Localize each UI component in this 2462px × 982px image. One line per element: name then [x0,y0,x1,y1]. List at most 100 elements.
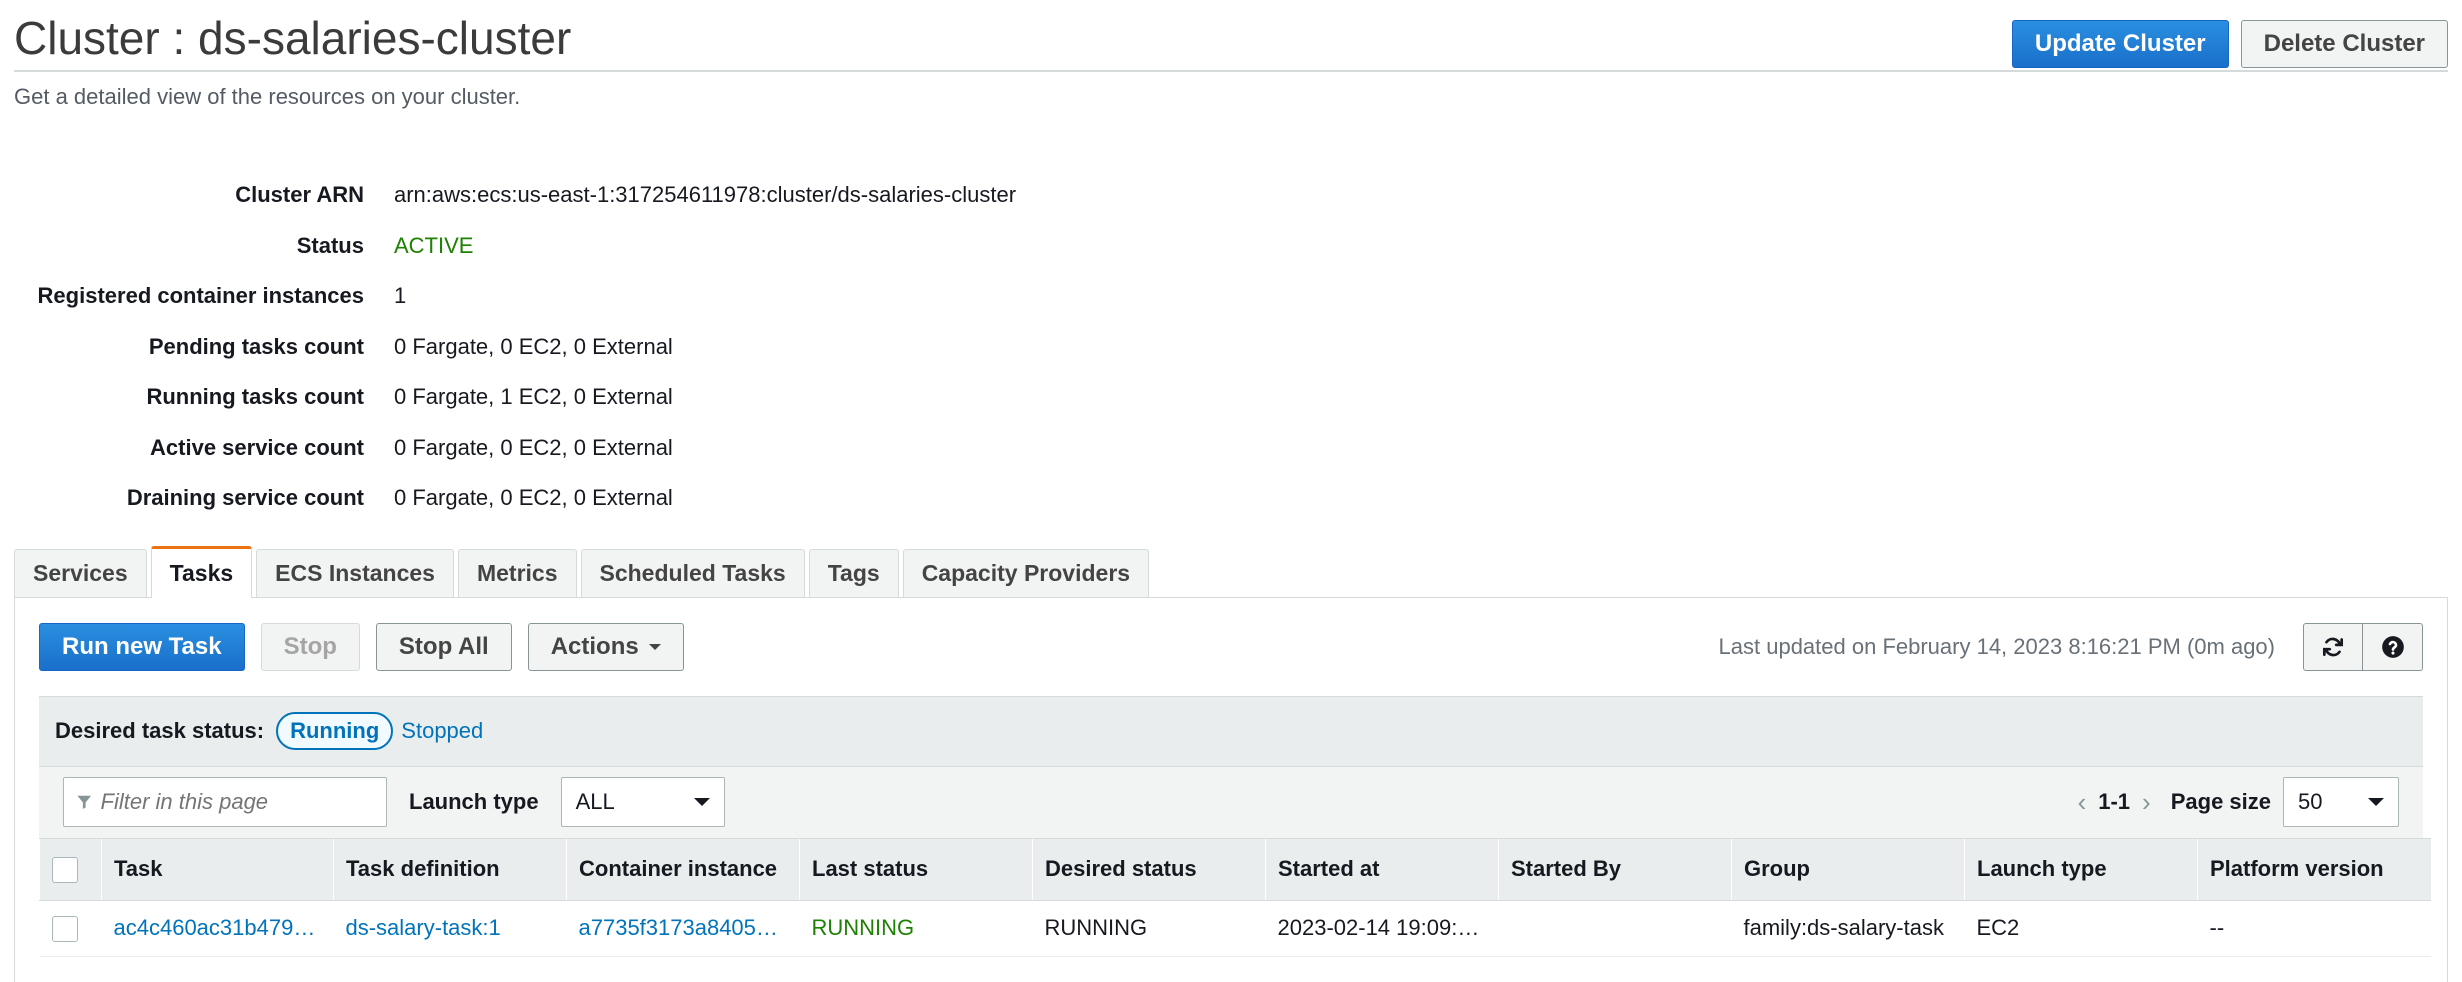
update-cluster-button[interactable]: Update Cluster [2011,20,2229,68]
header-actions: Update Cluster Delete Cluster [2011,20,2448,68]
started-by-cell [1498,900,1732,957]
detail-label: Pending tasks count [148,333,364,359]
help-button[interactable] [2363,622,2423,671]
caret-down-icon [2368,798,2384,806]
chevron-right-icon[interactable]: › [2142,787,2151,818]
select-all-header [39,837,102,901]
task-definition-link[interactable]: ds-salary-task:1 [346,915,501,940]
page-size-select[interactable]: 50 [2283,777,2399,827]
caret-down-icon [693,798,710,806]
tab-tasks[interactable]: Tasks [150,545,253,598]
task-cell: ac4c460ac31b479… [101,900,334,957]
tab-metrics[interactable]: Metrics [457,548,577,597]
detail-row-status: Status ACTIVE [14,221,2448,272]
tasks-toolbar: Run new Task Stop Stop All Actions Last … [39,598,2423,696]
cluster-arn-value: arn:aws:ecs:us-east-1:317254611978:clust… [394,182,1017,208]
status-value: ACTIVE [394,232,474,258]
launch-type-value: ALL [575,789,615,814]
task-link[interactable]: ac4c460ac31b479… [114,915,316,940]
detail-row-active-services: Active service count 0 Fargate, 0 EC2, 0… [14,423,2448,474]
refresh-button[interactable] [2303,622,2363,671]
column-header-task-definition[interactable]: Task definition [333,837,567,901]
column-header-task[interactable]: Task [101,837,334,901]
filter-input-wrapper [63,777,387,827]
detail-row-registered-instances: Registered container instances 1 [14,271,2448,322]
page-title: Cluster : ds-salaries-cluster [14,12,572,64]
task-definition-cell: ds-salary-task:1 [333,900,567,957]
detail-row-running-tasks: Running tasks count 0 Fargate, 1 EC2, 0 … [14,372,2448,423]
table-row: ac4c460ac31b479… ds-salary-task:1 a7735f… [39,900,2431,957]
toolbar-icon-group [2303,622,2423,671]
cluster-details: Cluster ARN arn:aws:ecs:us-east-1:317254… [14,170,2448,524]
run-new-task-button[interactable]: Run new Task [39,622,245,671]
pending-tasks-value: 0 Fargate, 0 EC2, 0 External [394,333,673,359]
delete-cluster-button[interactable]: Delete Cluster [2240,20,2448,68]
cluster-page: Cluster : ds-salaries-cluster Update Clu… [0,0,2462,982]
detail-row-pending-tasks: Pending tasks count 0 Fargate, 0 EC2, 0 … [14,322,2448,373]
pagination: ‹ 1-1 › Page size 50 [2078,777,2399,827]
container-instance-link[interactable]: a7735f3173a8405… [579,915,778,940]
running-tasks-value: 0 Fargate, 1 EC2, 0 External [394,384,673,410]
cluster-tabs: Services Tasks ECS Instances Metrics Sch… [14,545,2448,598]
row-checkbox[interactable] [51,915,78,942]
tab-scheduled-tasks[interactable]: Scheduled Tasks [580,548,805,597]
filter-input[interactable] [100,789,374,815]
last-status-cell: RUNNING [799,900,1033,957]
stop-button[interactable]: Stop [260,622,360,671]
detail-row-draining-services: Draining service count 0 Fargate, 0 EC2,… [14,473,2448,524]
page-size-value: 50 [2298,789,2323,814]
column-header-desired-status[interactable]: Desired status [1032,837,1266,901]
page-size-label: Page size [2170,789,2271,814]
stop-all-button[interactable]: Stop All [375,622,512,671]
column-header-started-at[interactable]: Started at [1265,837,1499,901]
detail-label: Running tasks count [146,384,364,410]
stopped-filter-link[interactable]: Stopped [401,718,483,744]
help-icon [2381,635,2404,658]
tasks-panel: Run new Task Stop Stop All Actions Last … [14,597,2448,982]
page-subtitle: Get a detailed view of the resources on … [14,84,521,109]
last-updated-text: Last updated on February 14, 2023 8:16:2… [1718,633,2275,659]
tasks-table: Task Task definition Container instance … [39,837,2431,957]
table-header-row: Task Task definition Container instance … [39,837,2431,901]
launch-type-cell: EC2 [1964,900,2198,957]
detail-label: Active service count [150,434,364,460]
select-all-checkbox[interactable] [52,856,78,883]
row-select-cell [39,900,102,957]
container-instance-cell: a7735f3173a8405… [566,900,800,957]
actions-dropdown-button[interactable]: Actions [527,622,684,671]
launch-type-label: Launch type [409,789,539,814]
column-header-last-status[interactable]: Last status [799,837,1033,901]
actions-label: Actions [550,632,639,660]
column-header-group[interactable]: Group [1731,837,1965,901]
tab-tags[interactable]: Tags [808,548,899,597]
column-header-container-instance[interactable]: Container instance [566,837,800,901]
chevron-left-icon[interactable]: ‹ [2078,787,2087,818]
registered-instances-value: 1 [394,283,407,309]
column-header-launch-type[interactable]: Launch type [1964,837,2198,901]
detail-label: Draining service count [126,485,364,511]
refresh-icon [2322,637,2344,656]
desired-status-bar: Desired task status: Running Stopped [39,695,2423,766]
filter-bar: Launch type ALL ‹ 1-1 › Page size 50 [39,765,2423,838]
launch-type-select[interactable]: ALL [560,777,725,827]
page-header: Cluster : ds-salaries-cluster Update Clu… [14,0,2448,72]
detail-row-cluster-arn: Cluster ARN arn:aws:ecs:us-east-1:317254… [14,170,2448,221]
tab-capacity-providers[interactable]: Capacity Providers [902,548,1150,597]
tab-services[interactable]: Services [14,548,147,597]
group-cell: family:ds-salary-task [1731,900,1965,957]
running-filter-pill[interactable]: Running [276,712,394,750]
column-header-platform-version[interactable]: Platform version [2197,837,2431,901]
desired-status-label: Desired task status: [55,718,265,743]
active-services-value: 0 Fargate, 0 EC2, 0 External [394,434,673,460]
detail-label: Status [296,232,364,258]
filter-icon [77,795,92,809]
caret-down-icon [648,643,661,650]
draining-services-value: 0 Fargate, 0 EC2, 0 External [394,485,673,511]
detail-label: Registered container instances [37,283,364,309]
started-at-cell: 2023-02-14 19:09:… [1265,900,1499,957]
platform-version-cell: -- [2197,900,2431,957]
column-header-started-by[interactable]: Started By [1498,837,1732,901]
desired-status-cell: RUNNING [1032,900,1266,957]
page-range: 1-1 [2098,789,2131,814]
tab-ecs-instances[interactable]: ECS Instances [256,548,454,597]
